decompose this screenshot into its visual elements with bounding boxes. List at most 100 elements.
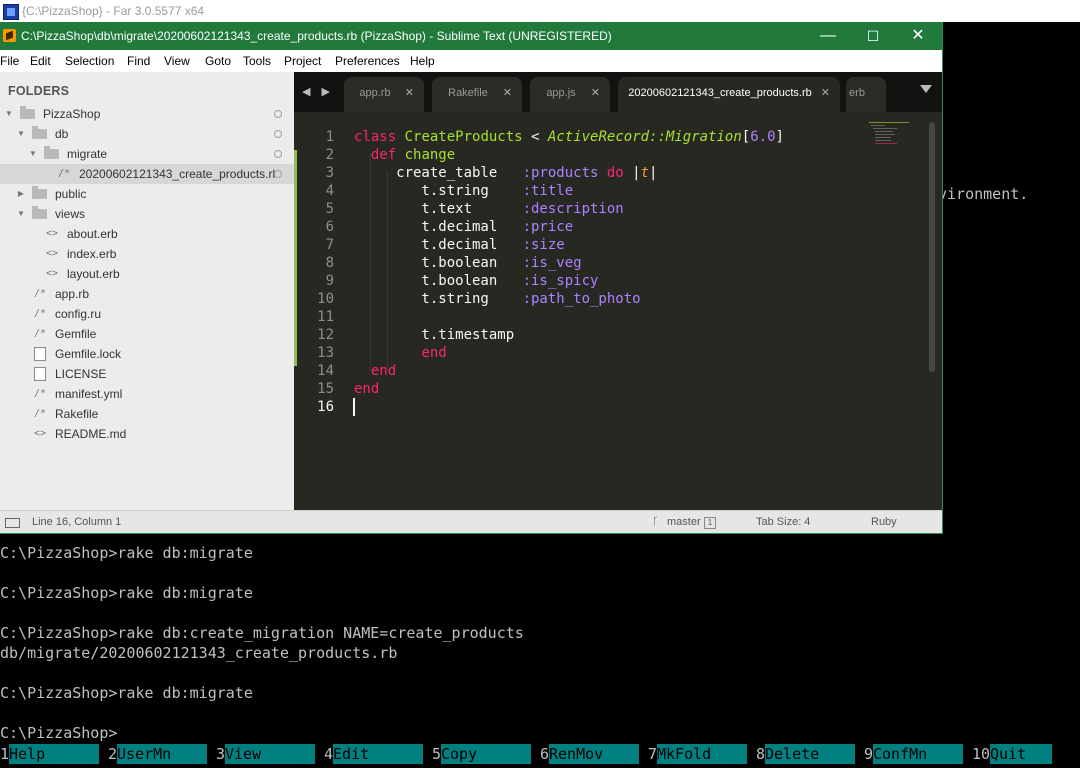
sidebar-item-label: LICENSE [55,367,107,381]
sidebar-file[interactable]: /* app.rb [0,284,294,304]
tab-close-icon[interactable]: ✕ [405,77,414,109]
markup-file-icon: <> [34,428,47,439]
code-editor[interactable]: 1 2 3 4 5 6 7 8 9 10 11 12 13 14 15 16 class CreateProd… [294,112,942,510]
code-line: class CreateProducts < ActiveRecord::Mig… [354,129,784,145]
sidebar-file[interactable]: /* Gemfile [0,324,294,344]
folder-icon [32,206,47,219]
open-folder-dot-icon [274,170,282,178]
line-number: 1 [325,129,334,145]
file-icon [34,367,46,381]
code-line: t.decimal :size [354,237,565,253]
markup-file-icon: <> [46,248,59,259]
tab-nav-arrows[interactable]: ◀ ▶ [302,85,334,98]
code-line: end [370,363,397,379]
chevron-down-icon[interactable]: ▼ [16,204,26,224]
menu-find[interactable]: Find [127,50,150,72]
sidebar-item-label: about.erb [67,227,118,241]
sidebar-file[interactable]: <> layout.erb [0,264,294,284]
line-number: 13 [317,345,334,361]
code-file-icon: /* [34,288,47,299]
menu-help[interactable]: Help [410,50,435,72]
line-number: 9 [325,273,334,289]
sidebar-folder[interactable]: ▼ PizzaShop [0,104,294,124]
sidebar-item-label: db [55,127,69,141]
line-number: 8 [325,255,334,271]
code-file-icon: /* [34,328,47,339]
sidebar-file[interactable]: /* manifest.yml [0,384,294,404]
sidebar-file[interactable]: <> README.md [0,424,294,444]
minimize-button[interactable]: — [805,22,851,50]
sidebar-file[interactable]: <> index.erb [0,244,294,264]
menu-goto[interactable]: Goto [205,50,231,72]
sidebar-folder[interactable]: ▶ public [0,184,294,204]
sidebar-folder[interactable]: ▼ views [0,204,294,224]
menu-file[interactable]: File [0,50,19,72]
git-branch[interactable]: master [667,511,701,533]
git-branch-icon: ᚴ [652,516,659,528]
tab-close-icon[interactable]: ✕ [821,77,830,109]
chevron-down-icon[interactable]: ▼ [4,104,14,124]
code-line: t.string :path_to_photo [354,291,641,307]
sidebar-file[interactable]: /* Rakefile [0,404,294,424]
tab-close-icon[interactable]: ✕ [503,77,512,109]
chevron-down-icon[interactable]: ▼ [16,124,26,144]
code-line: t.boolean :is_spicy [354,273,599,289]
sidebar-item-label: index.erb [67,247,117,261]
syntax-mode[interactable]: Ruby [871,511,897,533]
close-button[interactable]: ✕ [895,22,941,50]
markup-file-icon: <> [46,268,59,279]
tab-5[interactable]: erb [846,77,886,112]
fkey-label: Help [9,744,99,764]
menu-tools[interactable]: Tools [243,50,271,72]
sidebar-file[interactable]: Gemfile.lock [0,344,294,364]
fkey-label: Quit [990,744,1052,764]
status-bar: Line 16, Column 1 ᚴ master 1 Tab Size: 4… [0,510,942,533]
code-line: t.string :title [354,183,574,199]
line-number: 16 [317,399,334,415]
sidebar-file[interactable]: /* config.ru [0,304,294,324]
tab-list-dropdown-icon[interactable] [920,85,932,93]
tab-label: Rakefile [448,87,488,99]
tab-close-icon[interactable]: ✕ [591,77,600,109]
sidebar-file[interactable]: /* 20200602121343_create_products.rl [0,164,294,184]
code-line: t.boolean :is_veg [354,255,582,271]
menu-preferences[interactable]: Preferences [335,50,400,72]
tab-size[interactable]: Tab Size: 4 [756,511,810,533]
menu-view[interactable]: View [164,50,190,72]
tab-4[interactable]: 20200602121343_create_products.rb ✕ [618,77,840,112]
sidebar-folder[interactable]: ▼ db [0,124,294,144]
sidebar-item-label: app.rb [55,287,90,301]
code-line: end [421,345,447,361]
vertical-scrollbar[interactable] [929,122,935,372]
maximize-button[interactable]: ☐ [850,22,896,50]
menu-selection[interactable]: Selection [65,50,114,72]
menu-bar: File Edit Selection Find View Goto Tools Projec… [0,50,942,72]
sidebar-file[interactable]: LICENSE [0,364,294,384]
minimap[interactable] [869,122,919,162]
far-window-title: {C:\PizzaShop} - Far 3.0.5577 x64 [22,4,205,18]
panel-toggle-icon[interactable] [5,518,20,528]
code-line: t.timestamp [354,327,515,343]
sidebar-folder[interactable]: ▼ migrate [0,144,294,164]
code-line: def change [370,147,456,163]
chevron-down-icon[interactable]: ▼ [28,144,38,164]
menu-edit[interactable]: Edit [30,50,51,72]
line-number: 11 [317,309,334,325]
menu-project[interactable]: Project [284,50,321,72]
tab-1[interactable]: app.rb ✕ [344,77,424,112]
console-line: C:\PizzaShop>rake db:migrate [0,684,253,702]
modified-lines-marker [294,150,297,366]
tab-3[interactable]: app.js ✕ [530,77,610,112]
sidebar-file[interactable]: <> about.erb [0,224,294,244]
tab-label: 20200602121343_create_products.rb [628,87,812,99]
sidebar-item-label: Rakefile [55,407,99,421]
code-line: create_table :products do |t| [354,165,658,181]
code-line: end [354,381,380,397]
tab-2[interactable]: Rakefile ✕ [432,77,522,112]
far-title-bar: {C:\PizzaShop} - Far 3.0.5577 x64 [0,0,1080,22]
sidebar-item-label: README.md [55,427,127,441]
sidebar-item-label: migrate [67,147,108,161]
chevron-right-icon[interactable]: ▶ [16,184,26,204]
